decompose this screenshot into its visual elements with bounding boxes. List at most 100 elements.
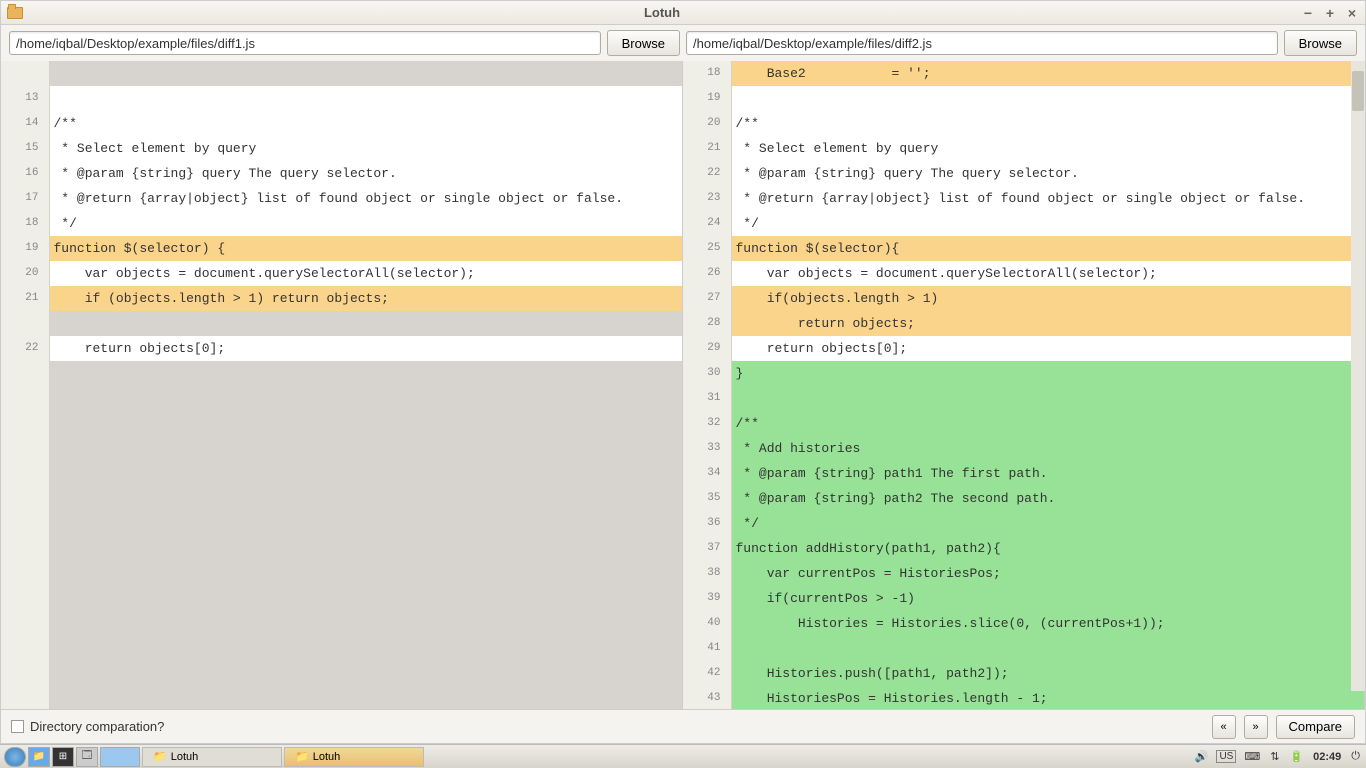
left-path-input[interactable] bbox=[9, 31, 601, 55]
taskbar-item-lotuh-1[interactable]: 📁 Lotuh bbox=[142, 747, 282, 767]
code-text[interactable] bbox=[731, 636, 1364, 661]
code-text[interactable] bbox=[49, 661, 682, 686]
code-row: 18 */ bbox=[1, 211, 682, 236]
line-number bbox=[1, 511, 49, 536]
code-row: 18 Base2 = ''; bbox=[683, 61, 1364, 86]
code-text[interactable]: * @param {string} query The query select… bbox=[731, 161, 1364, 186]
next-diff-button[interactable]: » bbox=[1244, 715, 1268, 739]
line-number: 41 bbox=[683, 636, 731, 661]
code-text[interactable] bbox=[49, 411, 682, 436]
line-number: 13 bbox=[1, 86, 49, 111]
code-row: 41 bbox=[683, 636, 1364, 661]
right-path-input[interactable] bbox=[686, 31, 1278, 55]
code-row: 38 var currentPos = HistoriesPos; bbox=[683, 561, 1364, 586]
code-text[interactable]: /** bbox=[731, 111, 1364, 136]
workspace-switcher-icon[interactable]: ⊞ bbox=[52, 747, 74, 767]
start-menu-button[interactable] bbox=[4, 747, 26, 767]
scrollbar-thumb[interactable] bbox=[1352, 71, 1364, 111]
code-text[interactable] bbox=[49, 311, 682, 336]
vertical-scrollbar[interactable] bbox=[1351, 61, 1365, 691]
maximize-button[interactable]: + bbox=[1323, 6, 1337, 20]
left-browse-button[interactable]: Browse bbox=[607, 30, 680, 56]
code-text[interactable] bbox=[49, 436, 682, 461]
code-text[interactable]: return objects[0]; bbox=[49, 336, 682, 361]
left-pane[interactable]: 1314/**15 * Select element by query16 * … bbox=[1, 61, 683, 709]
code-text[interactable]: * @param {string} query The query select… bbox=[49, 161, 682, 186]
code-text[interactable] bbox=[49, 86, 682, 111]
code-text[interactable]: * Add histories bbox=[731, 436, 1364, 461]
code-text[interactable]: if (objects.length > 1) return objects; bbox=[49, 286, 682, 311]
line-number: 37 bbox=[683, 536, 731, 561]
code-row: 22 * @param {string} query The query sel… bbox=[683, 161, 1364, 186]
code-row bbox=[1, 61, 682, 86]
code-text[interactable] bbox=[49, 486, 682, 511]
code-row: 25function $(selector){ bbox=[683, 236, 1364, 261]
keyboard-layout-icon[interactable]: US bbox=[1216, 750, 1236, 763]
line-number: 40 bbox=[683, 611, 731, 636]
code-text[interactable]: */ bbox=[731, 211, 1364, 236]
battery-icon[interactable]: 🔋 bbox=[1287, 750, 1305, 763]
code-text[interactable]: * Select element by query bbox=[49, 136, 682, 161]
code-text[interactable] bbox=[49, 461, 682, 486]
code-text[interactable]: /** bbox=[731, 411, 1364, 436]
code-text[interactable]: * @return {array|object} list of found o… bbox=[731, 186, 1364, 211]
code-text[interactable]: function $(selector){ bbox=[731, 236, 1364, 261]
code-text[interactable] bbox=[49, 561, 682, 586]
code-text[interactable]: * @param {string} path1 The first path. bbox=[731, 461, 1364, 486]
code-text[interactable]: if(objects.length > 1) bbox=[731, 286, 1364, 311]
code-text[interactable]: * Select element by query bbox=[731, 136, 1364, 161]
code-text[interactable]: var currentPos = HistoriesPos; bbox=[731, 561, 1364, 586]
code-text[interactable]: if(currentPos > -1) bbox=[731, 586, 1364, 611]
code-text[interactable] bbox=[49, 361, 682, 386]
keyboard-icon[interactable]: ⌨ bbox=[1242, 750, 1262, 763]
code-text[interactable]: Base2 = ''; bbox=[731, 61, 1364, 86]
code-text[interactable]: * @return {array|object} list of found o… bbox=[49, 186, 682, 211]
code-text[interactable] bbox=[731, 86, 1364, 111]
code-text[interactable]: */ bbox=[49, 211, 682, 236]
right-pane[interactable]: 18 Base2 = '';1920/**21 * Select element… bbox=[683, 61, 1365, 709]
code-text[interactable]: HistoriesPos = Histories.length - 1; bbox=[731, 686, 1364, 709]
compare-button[interactable]: Compare bbox=[1276, 715, 1355, 739]
code-row: 39 if(currentPos > -1) bbox=[683, 586, 1364, 611]
code-text[interactable]: Histories.push([path1, path2]); bbox=[731, 661, 1364, 686]
code-text[interactable] bbox=[49, 61, 682, 86]
show-desktop-icon[interactable]: 🗔 bbox=[76, 747, 98, 767]
window-list-icon[interactable] bbox=[100, 747, 140, 767]
minimize-button[interactable]: − bbox=[1301, 6, 1315, 20]
code-text[interactable]: return objects; bbox=[731, 311, 1364, 336]
prev-diff-button[interactable]: « bbox=[1212, 715, 1236, 739]
code-text[interactable]: return objects[0]; bbox=[731, 336, 1364, 361]
code-text[interactable]: Histories = Histories.slice(0, (currentP… bbox=[731, 611, 1364, 636]
code-text[interactable] bbox=[49, 511, 682, 536]
code-text[interactable] bbox=[49, 586, 682, 611]
code-row bbox=[1, 561, 682, 586]
network-icon[interactable]: ⇅ bbox=[1268, 750, 1281, 763]
code-text[interactable] bbox=[49, 611, 682, 636]
line-number bbox=[1, 486, 49, 511]
code-text[interactable] bbox=[731, 386, 1364, 411]
code-text[interactable]: var objects = document.querySelectorAll(… bbox=[731, 261, 1364, 286]
line-number bbox=[1, 536, 49, 561]
close-button[interactable]: × bbox=[1345, 6, 1359, 20]
app-window: Lotuh − + × Browse Browse 1314/**15 * Se… bbox=[0, 0, 1366, 744]
power-icon[interactable]: ⏻ bbox=[1349, 750, 1362, 763]
code-text[interactable]: function $(selector) { bbox=[49, 236, 682, 261]
code-text[interactable] bbox=[49, 536, 682, 561]
clock[interactable]: 02:49 bbox=[1311, 751, 1343, 763]
code-text[interactable]: var objects = document.querySelectorAll(… bbox=[49, 261, 682, 286]
code-text[interactable] bbox=[49, 636, 682, 661]
code-text[interactable]: /** bbox=[49, 111, 682, 136]
right-browse-button[interactable]: Browse bbox=[1284, 30, 1357, 56]
files-icon[interactable]: 📁 bbox=[28, 747, 50, 767]
code-text[interactable]: function addHistory(path1, path2){ bbox=[731, 536, 1364, 561]
code-text[interactable] bbox=[49, 686, 682, 709]
code-text[interactable]: } bbox=[731, 361, 1364, 386]
code-text[interactable]: */ bbox=[731, 511, 1364, 536]
window-buttons: − + × bbox=[1301, 6, 1359, 20]
code-text[interactable]: * @param {string} path2 The second path. bbox=[731, 486, 1364, 511]
bottom-bar: Directory comparation? « » Compare bbox=[1, 709, 1365, 743]
code-text[interactable] bbox=[49, 386, 682, 411]
directory-compare-checkbox[interactable]: Directory comparation? bbox=[11, 719, 164, 734]
volume-icon[interactable]: 🔊 bbox=[1193, 750, 1211, 763]
taskbar-item-lotuh-2[interactable]: 📁 Lotuh bbox=[284, 747, 424, 767]
